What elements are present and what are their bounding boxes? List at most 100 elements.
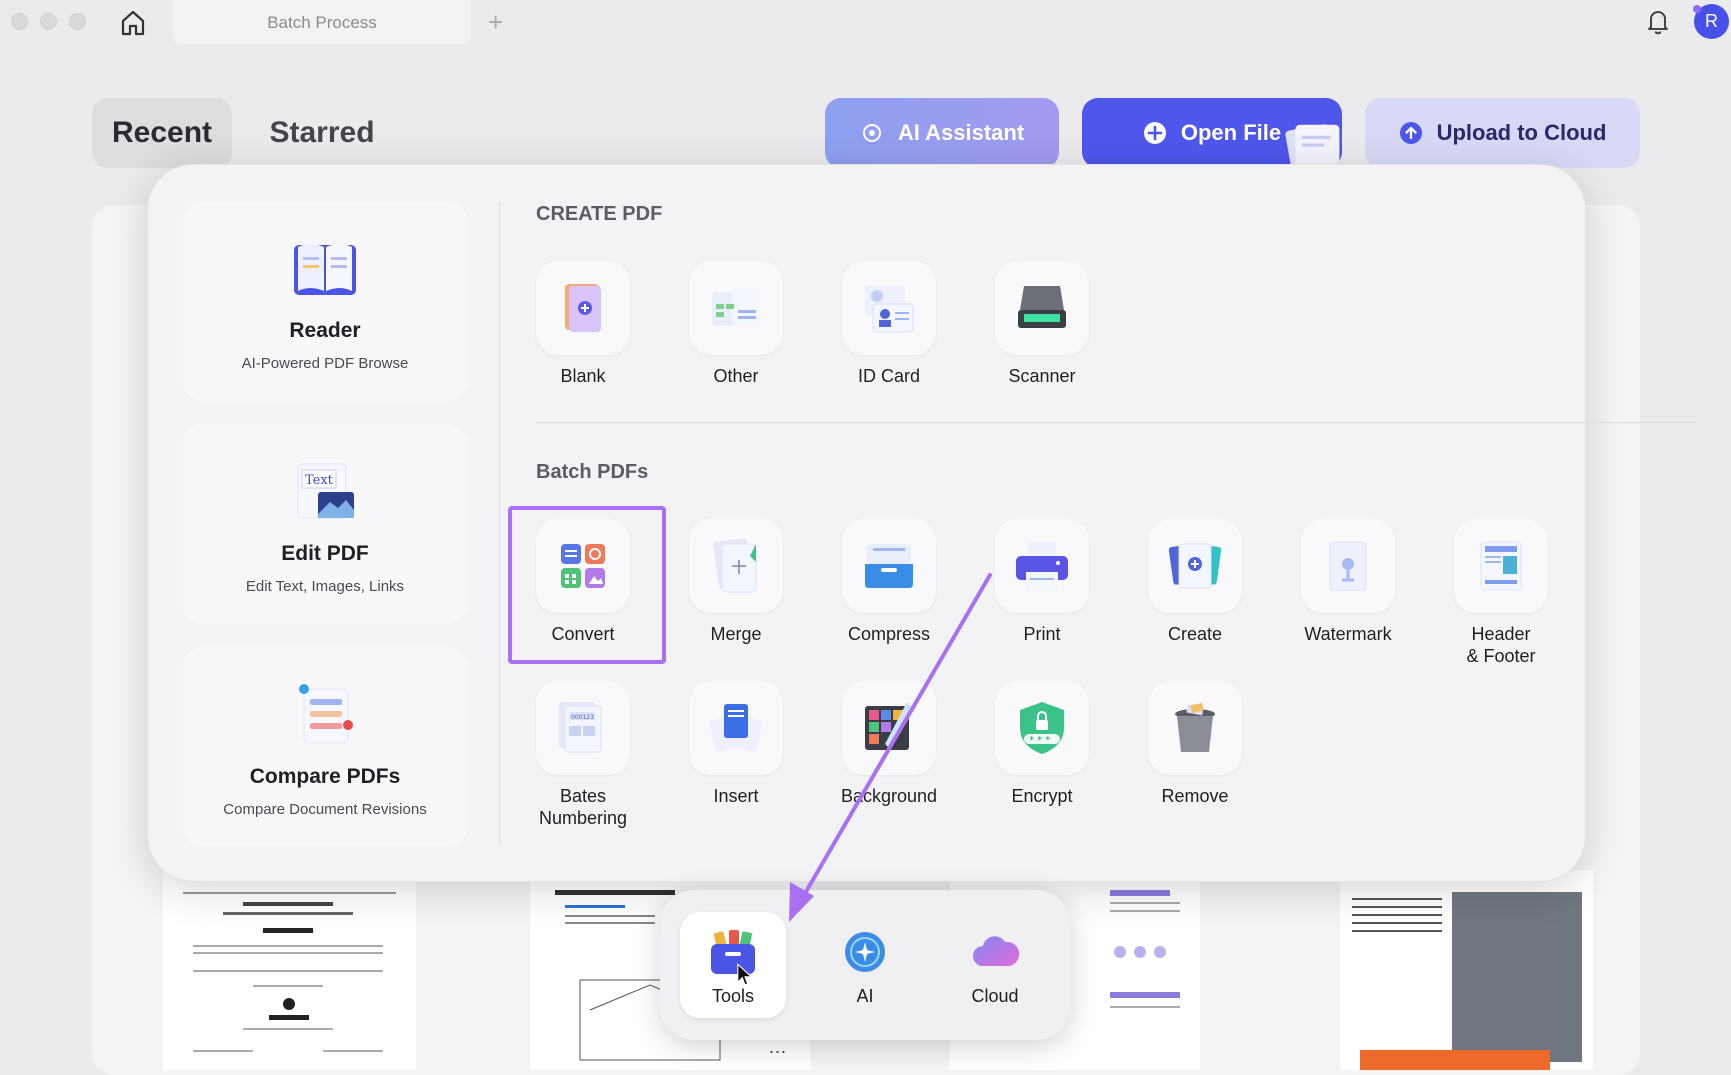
- tab-starred[interactable]: Starred: [248, 98, 396, 168]
- upload-to-cloud-label: Upload to Cloud: [1436, 120, 1607, 145]
- other-label: Other: [713, 366, 759, 386]
- compress-icon: [865, 544, 913, 588]
- dock-ai[interactable]: AI: [812, 912, 918, 1018]
- compare-icon: [299, 684, 353, 744]
- batch-header-footer-tool[interactable]: Header & Footer: [1426, 519, 1576, 667]
- recent-file-thumbnail[interactable]: [1340, 870, 1593, 1070]
- minimize-window-button[interactable]: [40, 13, 57, 30]
- merge-label: Merge: [710, 624, 762, 644]
- documents-decoration-icon: [1285, 124, 1340, 168]
- reader-mode-card[interactable]: Reader AI-Powered PDF Browse: [183, 201, 467, 401]
- reader-title: Reader: [289, 319, 361, 342]
- notification-dot: [1693, 5, 1701, 13]
- upload-to-cloud-button[interactable]: Upload to Cloud: [1365, 98, 1640, 168]
- scanner-label: Scanner: [1008, 366, 1076, 386]
- batch-encrypt-tool[interactable]: * * * Encrypt: [967, 681, 1117, 807]
- create-label: Create: [1167, 624, 1223, 644]
- recent-file-thumbnail[interactable]: [163, 870, 416, 1070]
- dock-cloud-label: Cloud: [971, 986, 1019, 1006]
- header-footer-icon: [1480, 541, 1522, 591]
- background-icon: [865, 702, 913, 750]
- header-footer-label: Header & Footer: [1466, 624, 1536, 666]
- document-preview-icon: [183, 892, 396, 1052]
- insert-label: Insert: [713, 786, 759, 806]
- create-pdf-icon: [1168, 543, 1222, 589]
- compare-pdfs-mode-card[interactable]: Compare PDFs Compare Document Revisions: [183, 647, 467, 847]
- bell-icon[interactable]: [1643, 6, 1673, 36]
- reader-subtitle: AI-Powered PDF Browse: [241, 355, 409, 372]
- id-card-label: ID Card: [857, 366, 920, 386]
- svg-text:* * *: * * *: [1029, 735, 1050, 746]
- bates-numbering-icon: 000123: [559, 702, 602, 753]
- tab-label: Batch Process: [267, 13, 377, 32]
- edit-text-icon: Text: [297, 463, 354, 519]
- create-blank-tool[interactable]: Blank: [508, 261, 658, 387]
- add-tab-button[interactable]: +: [488, 7, 503, 38]
- batch-watermark-tool[interactable]: Watermark: [1273, 519, 1423, 645]
- edit-pdf-title: Edit PDF: [281, 542, 369, 565]
- dock-tools-label: Tools: [711, 986, 755, 1006]
- batch-remove-tool[interactable]: Remove: [1120, 681, 1270, 807]
- open-file-label: Open File: [1180, 120, 1282, 145]
- compare-pdfs-subtitle: Compare Document Revisions: [223, 801, 427, 818]
- edit-pdf-mode-card[interactable]: Text Edit PDF Edit Text, Images, Links: [183, 424, 467, 624]
- compress-label: Compress: [847, 624, 931, 644]
- cloud-icon: [973, 936, 1020, 966]
- svg-text:Text: Text: [305, 473, 334, 488]
- section-divider: [536, 422, 1696, 423]
- selected-tool-highlight: [508, 506, 666, 664]
- tab-batch-process[interactable]: Batch Process: [173, 0, 471, 44]
- insert-icon: [709, 704, 763, 752]
- bottom-dock: Tools AI Cloud: [660, 890, 1070, 1040]
- create-pdf-heading: CREATE PDF: [536, 203, 663, 225]
- svg-text:000123: 000123: [571, 714, 594, 721]
- create-id-card-tool[interactable]: ID Card: [814, 261, 964, 387]
- batch-background-tool[interactable]: Background: [814, 681, 964, 807]
- watermark-icon: [1329, 541, 1367, 591]
- batch-pdfs-heading: Batch PDFs: [536, 461, 649, 483]
- printer-icon: [1016, 542, 1068, 590]
- vertical-divider: [499, 201, 500, 845]
- trash-icon: [1175, 702, 1215, 752]
- batch-bates-numbering-tool[interactable]: 000123 Bates Numbering: [508, 681, 658, 829]
- encrypt-label: Encrypt: [1011, 786, 1073, 806]
- blank-label: Blank: [560, 366, 606, 386]
- print-label: Print: [1023, 624, 1061, 644]
- dock-ai-label: AI: [856, 986, 874, 1006]
- scanner-icon: [1018, 286, 1066, 328]
- ai-assistant-button[interactable]: AI Assistant: [825, 98, 1059, 168]
- book-icon: [294, 244, 356, 295]
- batch-insert-tool[interactable]: Insert: [661, 681, 811, 807]
- tab-recent[interactable]: Recent: [92, 98, 232, 168]
- dock-cloud[interactable]: Cloud: [942, 912, 1048, 1018]
- other-docs-icon: [712, 288, 760, 326]
- create-other-tool[interactable]: Other: [661, 261, 811, 387]
- zoom-window-button[interactable]: [69, 13, 86, 30]
- upload-icon: [1399, 122, 1422, 144]
- close-window-button[interactable]: [11, 13, 28, 30]
- open-file-button[interactable]: Open File: [1082, 98, 1342, 168]
- remove-label: Remove: [1161, 786, 1229, 806]
- home-icon[interactable]: [118, 8, 148, 38]
- mouse-cursor-icon: [737, 962, 753, 986]
- bates-numbering-label: Bates Numbering: [538, 786, 628, 828]
- id-card-icon: [865, 286, 914, 333]
- ai-assistant-label: AI Assistant: [897, 120, 1025, 145]
- document-preview-icon: [1352, 892, 1582, 1070]
- watermark-label: Watermark: [1304, 624, 1392, 644]
- batch-create-tool[interactable]: Create: [1120, 519, 1270, 645]
- plus-circle-icon: [1143, 122, 1166, 144]
- background-label: Background: [840, 786, 938, 806]
- lock-shield-icon: * * *: [1020, 702, 1064, 754]
- blank-page-icon: [565, 284, 601, 332]
- batch-print-tool[interactable]: Print: [967, 519, 1117, 645]
- ai-assistant-icon: [862, 124, 881, 142]
- merge-icon: [713, 538, 757, 593]
- create-scanner-tool[interactable]: Scanner: [967, 261, 1117, 387]
- ai-sparkle-icon: [845, 932, 885, 972]
- compare-pdfs-title: Compare PDFs: [249, 765, 401, 788]
- tools-popover: Reader AI-Powered PDF Browse Text Edit P…: [147, 164, 1696, 882]
- batch-compress-tool[interactable]: Compress: [814, 519, 964, 645]
- dock-tools[interactable]: Tools: [680, 912, 786, 1018]
- batch-merge-tool[interactable]: Merge: [661, 519, 811, 645]
